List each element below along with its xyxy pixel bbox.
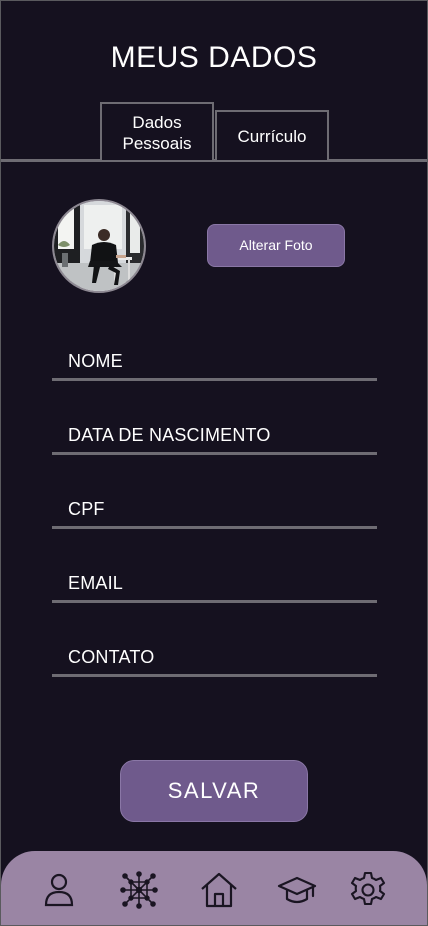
profile-screen: MEUS DADOS Dados Pessoais Currículo Alte…: [0, 0, 428, 926]
nav-item-settings[interactable]: [348, 870, 388, 910]
tab-label-line1: Dados: [132, 113, 182, 132]
user-icon: [44, 873, 74, 907]
cpf-field-label: CPF: [68, 499, 105, 519]
bottom-nav: [1, 851, 427, 925]
nav-item-profile[interactable]: [39, 870, 79, 910]
nav-item-network[interactable]: [119, 870, 159, 910]
email-field[interactable]: EMAIL: [52, 560, 377, 603]
tab-curriculo[interactable]: Currículo: [215, 110, 329, 160]
avatar: [52, 199, 146, 293]
avatar-photo: [54, 201, 144, 291]
tab-label: Currículo: [237, 127, 307, 146]
birthdate-field[interactable]: DATA DE NASCIMENTO: [52, 412, 377, 455]
cpf-field[interactable]: CPF: [52, 486, 377, 529]
home-icon: [201, 872, 237, 908]
contact-field[interactable]: CONTATO: [52, 634, 377, 677]
contact-field-label: CONTATO: [68, 647, 155, 667]
email-field-label: EMAIL: [68, 573, 124, 593]
tab-dados-pessoais[interactable]: Dados Pessoais: [100, 102, 214, 160]
graduation-cap-icon: [277, 876, 317, 904]
gear-icon: [350, 871, 386, 906]
tab-label-line2: Pessoais: [122, 134, 192, 153]
nav-item-home[interactable]: [199, 870, 239, 910]
name-field[interactable]: NOME: [52, 338, 377, 381]
save-button[interactable]: SALVAR: [120, 760, 308, 822]
page-title: MEUS DADOS: [110, 41, 318, 74]
tabs-divider: [1, 159, 427, 162]
name-field-label: NOME: [68, 351, 123, 371]
birthdate-field-label: DATA DE NASCIMENTO: [68, 425, 271, 445]
nav-item-courses[interactable]: [277, 870, 317, 910]
change-photo-button[interactable]: Alterar Foto: [207, 224, 345, 267]
network-icon: [120, 871, 158, 909]
